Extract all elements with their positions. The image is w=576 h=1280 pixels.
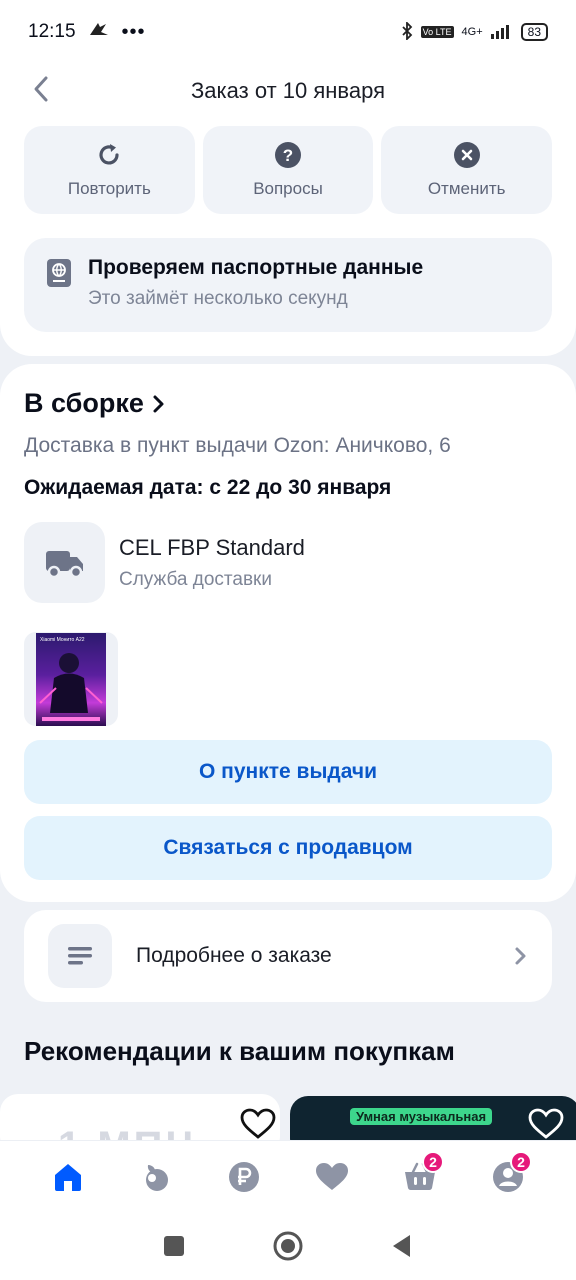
cart-badge: 2 (422, 1150, 444, 1173)
network-type: 4G+ (461, 26, 483, 38)
recommendations-carousel: 1 МПЦ Умная музыкальная (0, 1094, 576, 1140)
questions-button[interactable]: ? Вопросы (202, 126, 374, 214)
favorite-heart-icon[interactable] (528, 1108, 564, 1140)
repeat-button[interactable]: Повторить (24, 126, 195, 214)
recommendation-badge: Умная музыкальная (350, 1108, 493, 1125)
delivery-service: CEL FBP Standard Служба доставки (24, 522, 305, 603)
expected-date: Ожидаемая дата: с 22 до 30 января (24, 476, 392, 499)
recent-apps-icon[interactable] (162, 1234, 186, 1258)
notification-icon (88, 20, 110, 44)
chevron-right-icon (515, 947, 526, 965)
svg-text:?: ? (283, 146, 293, 165)
back-triangle-icon[interactable] (390, 1233, 414, 1259)
order-details-label: Подробнее о заказе (136, 944, 332, 967)
notice-subtitle: Это займёт несколько секунд (88, 288, 348, 309)
nav-cart[interactable]: 2 (390, 1147, 450, 1207)
ruble-icon (229, 1161, 259, 1192)
pickup-point-button[interactable]: О пункте выдачи (24, 740, 552, 804)
order-status-card: В сборке Доставка в пункт выдачи Ozon: А… (0, 364, 576, 902)
repeat-icon (99, 144, 119, 165)
nav-favorites[interactable] (302, 1147, 362, 1207)
product-image: Xiaomi Монито A22 (36, 632, 106, 726)
home-circle-icon[interactable] (272, 1230, 304, 1262)
nav-fresh[interactable] (126, 1147, 186, 1207)
nav-finance[interactable] (214, 1147, 274, 1207)
cancel-button[interactable]: Отменить (381, 126, 553, 214)
more-notifications-icon: ••• (121, 20, 146, 43)
battery-indicator: 83 (520, 23, 548, 41)
truck-icon (24, 522, 105, 603)
order-details-row[interactable]: Подробнее о заказе (24, 910, 552, 1002)
service-label: Служба доставки (119, 568, 272, 590)
status-time: 12:15 (28, 21, 76, 42)
notice-title: Проверяем паспортные данные (88, 256, 424, 279)
delivery-address: Доставка в пункт выдачи Ozon: Аничково, … (24, 434, 451, 457)
order-actions: Повторить ? Вопросы Отменить (24, 126, 553, 214)
recommendations-title: Рекомендации к вашим покупкам (24, 1036, 455, 1066)
recommendation-card[interactable]: 1 МПЦ (0, 1094, 280, 1140)
back-arrow-icon[interactable] (26, 74, 56, 104)
bluetooth-icon (401, 20, 413, 43)
heart-icon (316, 1162, 348, 1190)
contact-seller-button[interactable]: Связаться с продавцом (24, 816, 552, 880)
favorite-heart-icon[interactable] (240, 1108, 276, 1140)
cancel-label: Отменить (427, 179, 506, 198)
chevron-right-icon (153, 395, 164, 412)
profile-badge: 2 (510, 1150, 532, 1173)
header: Заказ от 10 января (0, 64, 576, 118)
question-icon: ? (275, 142, 301, 168)
system-navigation (0, 1212, 576, 1280)
service-name: CEL FBP Standard (119, 534, 305, 560)
bottom-navigation: 2 2 (0, 1140, 576, 1212)
nav-profile[interactable]: 2 (478, 1147, 538, 1207)
volte-icon: Vo LTE (420, 26, 454, 38)
home-icon (55, 1163, 81, 1191)
fresh-icon (146, 1164, 168, 1191)
order-status: В сборке (24, 388, 144, 418)
nav-home[interactable] (38, 1147, 98, 1207)
recommendation-card-text: 1 МПЦ (58, 1124, 198, 1140)
questions-label: Вопросы (253, 179, 323, 198)
product-thumbnail[interactable]: Xiaomi Монито A22 (24, 632, 118, 726)
status-bar: 12:15 ••• Vo LTE 4G+ 83 (0, 0, 576, 64)
cancel-icon (453, 142, 480, 168)
order-status-link[interactable]: В сборке (24, 388, 166, 419)
repeat-label: Повторить (67, 179, 151, 198)
page-title: Заказ от 10 января (191, 78, 385, 103)
list-icon (48, 924, 112, 988)
passport-icon (46, 258, 72, 288)
passport-check-notice: Проверяем паспортные данные Это займёт н… (24, 238, 552, 332)
order-header-card: Заказ от 10 января Повторить ? Вопросы О… (0, 64, 576, 356)
signal-icon (490, 23, 513, 42)
